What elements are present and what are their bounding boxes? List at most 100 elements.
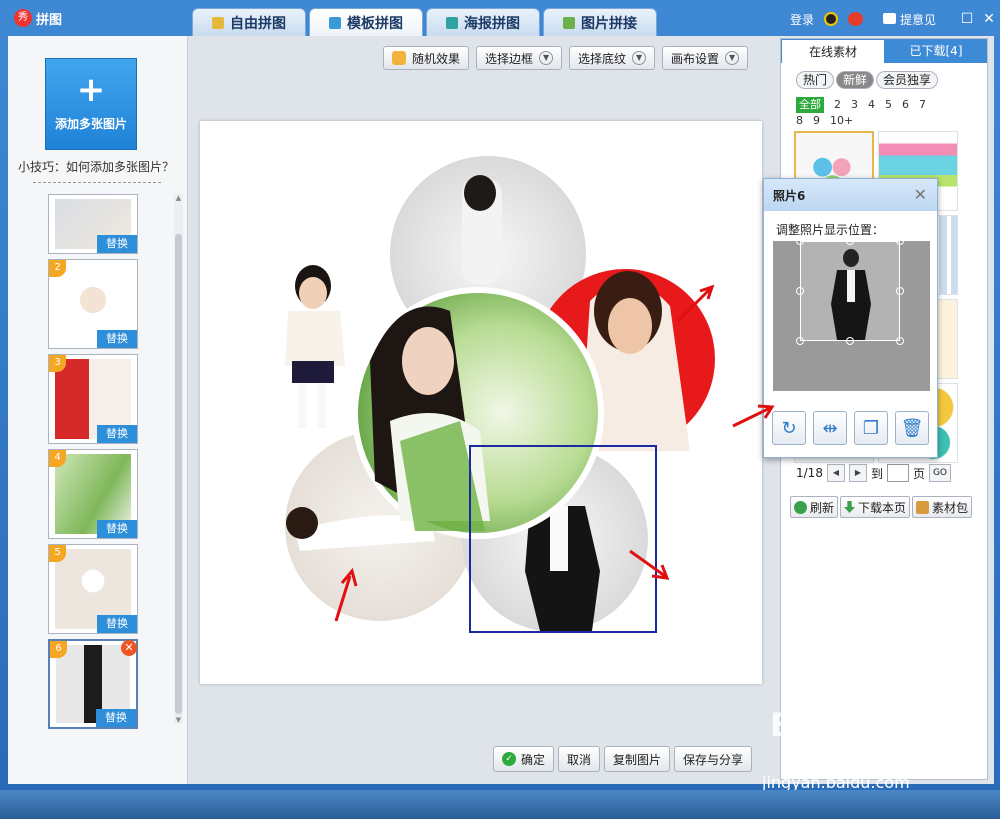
filter-new[interactable]: 新鲜 [836,71,875,89]
thumbnail-item-selected[interactable]: 6 ✕ 替换 [48,639,138,729]
close-window-button[interactable]: ✕ [978,10,1000,28]
qq-icon[interactable] [823,12,838,26]
chevron-down-icon: ▼ [539,51,554,65]
left-panel: + 添加多张图片 小技巧：如何添加多张图片？ 替换 2 替换 3 替换 4 替换… [8,36,188,784]
cancel-button[interactable]: 取消 [558,746,601,772]
replace-button[interactable]: 替换 [97,520,137,538]
choose-texture-button[interactable]: 选择底纹 ▼ [569,46,656,70]
random-effect-button[interactable]: 随机效果 [383,46,470,70]
chevron-down-icon: ▼ [725,51,740,65]
model-hair [464,175,496,211]
crop-handle[interactable] [896,337,904,345]
filter-hot[interactable]: 热门 [796,71,835,89]
count-all[interactable]: 全部 [796,97,824,113]
replace-button[interactable]: 替换 [97,235,137,253]
tab-label: 图片拼接 [581,15,637,32]
count-option[interactable]: 7 [919,97,926,113]
feedback-label: 提意见 [899,12,936,27]
title-right-area: 登录 提意见 ☐ ✕ [790,8,1000,30]
prev-page-icon[interactable]: ◀ [826,464,845,482]
tab-online-material[interactable]: 在线素材 [781,39,885,63]
confirm-button[interactable]: ✓ 确定 [493,746,555,772]
go-button[interactable]: GO [928,464,951,482]
thumbnail-item[interactable]: 4 替换 [48,449,138,539]
bottom-actions: ✓ 确定 取消 复制图片 保存与分享 [493,746,753,772]
count-option[interactable]: 4 [868,97,875,113]
thumbnail-scrollbar[interactable]: ▲ ▼ [174,194,183,724]
canvas-settings-button[interactable]: 画布设置 ▼ [662,46,749,70]
feedback-link[interactable]: 提意见 [882,11,946,28]
choose-texture-label: 选择底纹 [578,51,627,66]
confirm-label: 确定 [521,752,546,767]
download-label: 下载本页 [858,500,907,515]
weibo-icon[interactable] [847,12,863,26]
count-option[interactable]: 10+ [830,113,853,129]
collage-canvas[interactable] [200,121,762,684]
maximize-button[interactable]: ☐ [956,10,978,28]
photo-preview[interactable] [773,237,930,391]
tab-downloaded[interactable]: 已下载[4] [885,39,987,63]
login-link[interactable]: 登录 [790,11,814,28]
model-face [402,327,454,395]
count-option[interactable]: 9 [813,113,820,129]
crop-handle[interactable] [896,287,904,295]
tab-free-collage[interactable]: 自由拼图 [192,8,306,36]
package-icon [916,500,930,514]
count-option[interactable]: 8 [796,113,803,129]
crop-frame[interactable] [800,241,900,341]
filter-vip[interactable]: 会员独享 [876,71,939,89]
tab-label: 海报拼图 [464,15,520,32]
rotate-icon[interactable]: ↻ [772,411,806,445]
refresh-button[interactable]: 刷新 [790,496,839,518]
model-shirt [550,506,568,571]
tab-poster-collage[interactable]: 海报拼图 [426,8,540,36]
title-bar: 秀 拼图 自由拼图 模板拼图 海报拼图 图片拼接 登录 提意见 ☐ ✕ [0,0,1000,37]
crop-handle[interactable] [846,237,854,245]
thumbnail-item[interactable]: 2 替换 [48,259,138,349]
choose-border-button[interactable]: 选择边框 ▼ [476,46,563,70]
replace-button[interactable]: 替换 [96,709,136,727]
count-option[interactable]: 2 [834,97,841,113]
crop-handle[interactable] [896,237,904,245]
scroll-up-icon[interactable]: ▲ [174,194,183,202]
scroll-down-icon[interactable]: ▼ [174,716,183,724]
thumbnail-item[interactable]: 5 替换 [48,544,138,634]
crop-handle[interactable] [796,337,804,345]
count-option[interactable]: 5 [885,97,892,113]
next-page-icon[interactable]: ▶ [848,464,867,482]
tab-image-stitch[interactable]: 图片拼接 [543,8,657,36]
crop-handle[interactable] [846,337,854,345]
save-share-button[interactable]: 保存与分享 [674,746,753,772]
trash-icon[interactable]: 🗑 [895,411,929,445]
scroll-thumb[interactable] [175,234,182,714]
replace-button[interactable]: 替换 [97,425,137,443]
taskbar [0,790,1000,819]
material-pack-button[interactable]: 素材包 [912,496,973,518]
crop-handle[interactable] [796,287,804,295]
goto-label: 到 [870,466,883,481]
poster-collage-icon [446,16,458,29]
count-option[interactable]: 6 [902,97,909,113]
thumbnail-item[interactable]: 3 替换 [48,354,138,444]
page-input[interactable] [886,464,909,482]
thumbnail-item[interactable]: 替换 [48,194,138,254]
page-unit-label: 页 [912,466,925,481]
tip-link[interactable]: 小技巧：如何添加多张图片？ [18,158,174,175]
crop-handle[interactable] [796,237,804,245]
layer-icon[interactable]: ❐ [854,411,888,445]
tab-label: 模板拼图 [347,16,403,32]
choose-border-label: 选择边框 [485,51,534,66]
template-collage-icon [329,17,341,29]
download-page-button[interactable]: 下载本页 [840,496,911,518]
tab-template-collage[interactable]: 模板拼图 [309,8,423,37]
popup-header: 照片6 ✕ [764,179,937,211]
copy-image-button[interactable]: 复制图片 [604,746,671,772]
count-option[interactable]: 3 [851,97,858,113]
add-multiple-images-button[interactable]: + 添加多张图片 [45,58,137,150]
close-icon[interactable]: ✕ [914,185,927,204]
divider [33,182,161,183]
remove-image-icon[interactable]: ✕ [121,640,137,656]
replace-button[interactable]: 替换 [97,615,137,633]
flip-horizontal-icon[interactable]: ⇹ [813,411,847,445]
replace-button[interactable]: 替换 [97,330,137,348]
